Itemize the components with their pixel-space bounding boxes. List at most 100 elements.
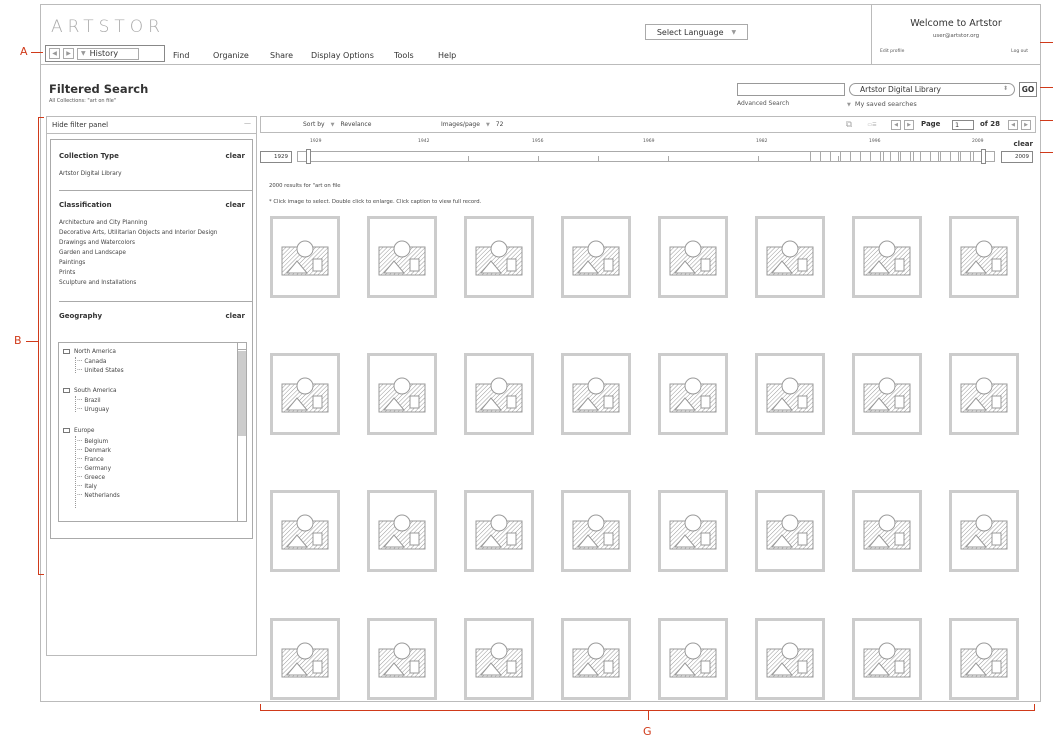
- image-thumbnail[interactable]: [561, 216, 631, 298]
- image-thumbnail[interactable]: [561, 618, 631, 700]
- image-thumbnail[interactable]: [755, 216, 825, 298]
- image-thumbnail[interactable]: [658, 618, 728, 700]
- image-thumbnail[interactable]: [367, 618, 437, 700]
- list-view-icon[interactable]: ▭☰: [862, 120, 882, 130]
- classification-item[interactable]: Drawings and Watercolors: [59, 240, 135, 246]
- tree-item[interactable]: ··· Denmark: [77, 448, 111, 454]
- image-thumbnail[interactable]: [464, 353, 534, 435]
- saved-searches-dropdown[interactable]: ▼ My saved searches: [847, 100, 917, 108]
- sort-by-control[interactable]: Sort by ▼ Revelance: [303, 121, 371, 128]
- search-input[interactable]: [737, 83, 845, 96]
- image-thumbnail[interactable]: [755, 490, 825, 572]
- image-thumbnail[interactable]: [270, 490, 340, 572]
- image-thumbnail[interactable]: [852, 490, 922, 572]
- forward-arrow-icon[interactable]: ▶: [63, 48, 74, 59]
- image-thumbnail[interactable]: [658, 216, 728, 298]
- timeline-tick: [930, 151, 931, 161]
- scrollbar[interactable]: [237, 343, 246, 521]
- image-thumbnail[interactable]: [852, 618, 922, 700]
- library-select[interactable]: Artstor Digital Library ⬍: [849, 83, 1015, 96]
- menu-tools[interactable]: Tools: [394, 51, 414, 60]
- classification-item[interactable]: Garden and Landscape: [59, 250, 126, 256]
- image-thumbnail[interactable]: [949, 216, 1019, 298]
- menu-organize[interactable]: Organize: [213, 51, 249, 60]
- image-thumbnail[interactable]: [561, 353, 631, 435]
- image-thumbnail[interactable]: [561, 490, 631, 572]
- image-thumbnail[interactable]: [270, 353, 340, 435]
- menu-help[interactable]: Help: [438, 51, 456, 60]
- image-thumbnail[interactable]: [367, 353, 437, 435]
- collapse-icon[interactable]: —: [244, 119, 251, 127]
- tree-item[interactable]: ··· Germany: [77, 466, 111, 472]
- image-thumbnail[interactable]: [852, 216, 922, 298]
- image-thumbnail[interactable]: [464, 490, 534, 572]
- timeline-start-input[interactable]: 1929: [260, 151, 292, 163]
- image-thumbnail[interactable]: [755, 353, 825, 435]
- classification-item[interactable]: Decorative Arts, Utilitarian Objects and…: [59, 230, 217, 236]
- tree-item[interactable]: ··· Brazil: [77, 398, 101, 404]
- region-south-america[interactable]: South America: [63, 388, 117, 394]
- tree-item[interactable]: ··· Greece: [77, 475, 105, 481]
- logout-link[interactable]: Log out: [1011, 49, 1028, 54]
- timeline-end-input[interactable]: 2009: [1001, 151, 1033, 163]
- tree-item[interactable]: ··· Uruguay: [77, 407, 109, 413]
- image-thumbnail[interactable]: [658, 490, 728, 572]
- timeline-clear[interactable]: clear: [1014, 140, 1033, 148]
- page-input[interactable]: 1: [952, 120, 974, 130]
- image-thumbnail[interactable]: [949, 490, 1019, 572]
- hide-filter-label: Hide filter panel: [52, 121, 109, 129]
- classification-item[interactable]: Paintings: [59, 260, 85, 266]
- language-select[interactable]: Select Language ▼: [645, 24, 748, 40]
- chevron-down-icon: ▼: [847, 102, 851, 108]
- next-page-icon[interactable]: ▶: [1021, 120, 1031, 130]
- hide-filter-panel[interactable]: Hide filter panel —: [47, 117, 256, 134]
- image-thumbnail[interactable]: [464, 216, 534, 298]
- scrollbar-thumb[interactable]: [238, 351, 246, 436]
- tree-item[interactable]: ··· Netherlands: [77, 493, 120, 499]
- image-placeholder-icon: [960, 642, 1008, 678]
- artstor-logo[interactable]: ARTSTOR: [51, 17, 165, 37]
- tree-item[interactable]: ··· United States: [77, 368, 124, 374]
- image-thumbnail[interactable]: [949, 618, 1019, 700]
- classification-item[interactable]: Prints: [59, 270, 75, 276]
- collection-type-clear[interactable]: clear: [226, 152, 245, 160]
- classification-item[interactable]: Architecture and City Planning: [59, 220, 147, 226]
- next-page-icon[interactable]: ▶: [904, 120, 914, 130]
- advanced-search-link[interactable]: Advanced Search: [737, 100, 789, 107]
- menu-display-options[interactable]: Display Options: [311, 51, 374, 60]
- go-button[interactable]: GO: [1019, 82, 1037, 97]
- image-thumbnail[interactable]: [270, 216, 340, 298]
- edit-profile-link[interactable]: Edit profile: [880, 49, 904, 54]
- collection-item[interactable]: Artstor Digital Library: [59, 171, 122, 177]
- tree-item[interactable]: ··· Belgium: [77, 439, 108, 445]
- timeline-start-handle[interactable]: [306, 149, 311, 164]
- tree-item[interactable]: ··· Italy: [77, 484, 97, 490]
- timeline-end-handle[interactable]: [981, 149, 986, 164]
- image-thumbnail[interactable]: [949, 353, 1019, 435]
- sort-value: Revelance: [340, 121, 372, 128]
- classification-clear[interactable]: clear: [226, 201, 245, 209]
- image-thumbnail[interactable]: [464, 618, 534, 700]
- geography-clear[interactable]: clear: [226, 312, 245, 320]
- timeline-bar[interactable]: [297, 149, 995, 164]
- tree-item[interactable]: ··· France: [77, 457, 104, 463]
- image-thumbnail[interactable]: [367, 216, 437, 298]
- image-thumbnail[interactable]: [367, 490, 437, 572]
- image-thumbnail[interactable]: [755, 618, 825, 700]
- history-dropdown[interactable]: ▼ History: [77, 47, 139, 60]
- tree-item[interactable]: ··· Canada: [77, 359, 106, 365]
- image-thumbnail[interactable]: [658, 353, 728, 435]
- scroll-up-icon[interactable]: [238, 343, 246, 350]
- prev-page-icon[interactable]: ◀: [891, 120, 901, 130]
- menu-share[interactable]: Share: [270, 51, 293, 60]
- folder-view-icon[interactable]: ⧉: [844, 120, 854, 130]
- region-europe[interactable]: Europe: [63, 428, 94, 434]
- image-thumbnail[interactable]: [270, 618, 340, 700]
- image-thumbnail[interactable]: [852, 353, 922, 435]
- menu-find[interactable]: Find: [173, 51, 189, 60]
- prev-page-icon[interactable]: ◀: [1008, 120, 1018, 130]
- classification-item[interactable]: Sculpture and Installations: [59, 280, 136, 286]
- images-per-page-control[interactable]: Images/page ▼ 72: [441, 121, 503, 128]
- back-arrow-icon[interactable]: ◀: [49, 48, 60, 59]
- region-north-america[interactable]: North America: [63, 349, 116, 355]
